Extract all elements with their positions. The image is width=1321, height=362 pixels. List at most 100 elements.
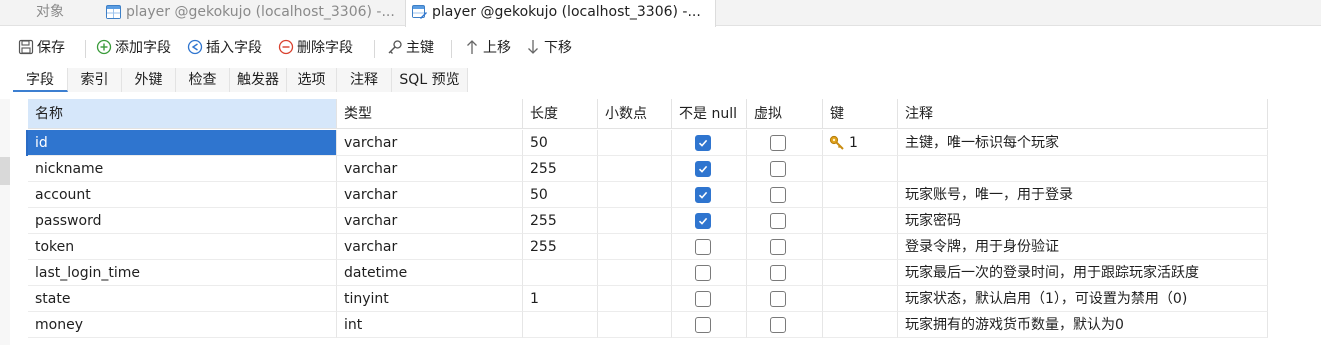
cell-virtual[interactable] bbox=[747, 182, 823, 208]
cell-name[interactable]: nickname bbox=[28, 156, 337, 182]
doc-tab-1[interactable]: player @gekokujo (localhost_3306) -... bbox=[100, 0, 405, 26]
cell-not-null[interactable] bbox=[672, 234, 747, 260]
cell-not-null[interactable] bbox=[672, 156, 747, 182]
tab-indexes[interactable]: 索引 bbox=[68, 68, 122, 92]
objects-tab[interactable]: 对象 bbox=[0, 0, 100, 26]
cell-type[interactable]: datetime bbox=[337, 260, 523, 286]
cell-virtual[interactable] bbox=[747, 260, 823, 286]
cell-key[interactable] bbox=[823, 234, 898, 260]
cell-length[interactable]: 255 bbox=[523, 156, 598, 182]
not-null-checkbox[interactable] bbox=[695, 239, 711, 255]
cell-comment[interactable]: 登录令牌，用于身份验证 bbox=[898, 234, 1268, 260]
virtual-checkbox[interactable] bbox=[770, 291, 786, 307]
cell-virtual[interactable] bbox=[747, 156, 823, 182]
virtual-checkbox[interactable] bbox=[770, 239, 786, 255]
cell-not-null[interactable] bbox=[672, 286, 747, 312]
tab-comment[interactable]: 注释 bbox=[337, 68, 392, 92]
cell-length[interactable]: 255 bbox=[523, 234, 598, 260]
not-null-checkbox[interactable] bbox=[695, 291, 711, 307]
cell-comment[interactable]: 玩家账号，唯一，用于登录 bbox=[898, 182, 1268, 208]
cell-name[interactable]: password bbox=[28, 208, 337, 234]
tab-checks[interactable]: 检查 bbox=[176, 68, 230, 92]
doc-tab-2[interactable]: player @gekokujo (localhost_3306) -... bbox=[405, 0, 716, 27]
column-header-type[interactable]: 类型 bbox=[337, 99, 523, 129]
cell-comment[interactable]: 玩家状态，默认启用（1），可设置为禁用（0) bbox=[898, 286, 1268, 312]
cell-not-null[interactable] bbox=[672, 312, 747, 338]
cell-key[interactable] bbox=[823, 286, 898, 312]
cell-name[interactable]: account bbox=[28, 182, 337, 208]
cell-comment[interactable]: 玩家拥有的游戏货币数量，默认为0 bbox=[898, 312, 1268, 338]
cell-type[interactable]: varchar bbox=[337, 234, 523, 260]
cell-type[interactable]: varchar bbox=[337, 130, 523, 156]
not-null-checkbox[interactable] bbox=[695, 265, 711, 281]
cell-decimals[interactable] bbox=[598, 156, 672, 182]
column-header-name[interactable]: 名称 bbox=[28, 99, 337, 129]
virtual-checkbox[interactable] bbox=[770, 317, 786, 333]
cell-key[interactable] bbox=[823, 208, 898, 234]
cell-name[interactable]: money bbox=[28, 312, 337, 338]
cell-length[interactable]: 50 bbox=[523, 130, 598, 156]
virtual-checkbox[interactable] bbox=[770, 161, 786, 177]
cell-virtual[interactable] bbox=[747, 130, 823, 156]
cell-decimals[interactable] bbox=[598, 208, 672, 234]
tab-fields[interactable]: 字段 bbox=[13, 68, 68, 92]
virtual-checkbox[interactable] bbox=[770, 187, 786, 203]
cell-comment[interactable]: 玩家最后一次的登录时间，用于跟踪玩家活跃度 bbox=[898, 260, 1268, 286]
move-up-button[interactable]: 上移 bbox=[464, 33, 511, 63]
column-header-comment[interactable]: 注释 bbox=[898, 99, 1268, 129]
tab-foreign-keys[interactable]: 外键 bbox=[122, 68, 176, 92]
cell-key[interactable]: 1 bbox=[823, 130, 898, 156]
cell-key[interactable] bbox=[823, 156, 898, 182]
cell-decimals[interactable] bbox=[598, 234, 672, 260]
tab-sql-preview[interactable]: SQL 预览 bbox=[392, 68, 468, 92]
move-down-button[interactable]: 下移 bbox=[525, 33, 572, 63]
cell-type[interactable]: varchar bbox=[337, 208, 523, 234]
cell-key[interactable] bbox=[823, 260, 898, 286]
tab-options[interactable]: 选项 bbox=[287, 68, 337, 92]
cell-length[interactable]: 255 bbox=[523, 208, 598, 234]
save-button[interactable]: 保存 bbox=[18, 33, 65, 63]
cell-decimals[interactable] bbox=[598, 182, 672, 208]
virtual-checkbox[interactable] bbox=[770, 213, 786, 229]
cell-key[interactable] bbox=[823, 182, 898, 208]
cell-name-selected[interactable]: id bbox=[28, 130, 337, 156]
cell-not-null[interactable] bbox=[672, 182, 747, 208]
cell-name[interactable]: last_login_time bbox=[28, 260, 337, 286]
cell-comment[interactable]: 玩家密码 bbox=[898, 208, 1268, 234]
cell-comment[interactable] bbox=[898, 156, 1268, 182]
not-null-checkbox[interactable] bbox=[695, 317, 711, 333]
cell-type[interactable]: tinyint bbox=[337, 286, 523, 312]
cell-type[interactable]: varchar bbox=[337, 156, 523, 182]
delete-field-button[interactable]: 删除字段 bbox=[278, 33, 353, 63]
cell-virtual[interactable] bbox=[747, 312, 823, 338]
cell-length[interactable]: 50 bbox=[523, 182, 598, 208]
column-header-decimals[interactable]: 小数点 bbox=[598, 99, 672, 129]
cell-virtual[interactable] bbox=[747, 208, 823, 234]
cell-length[interactable] bbox=[523, 260, 598, 286]
cell-type[interactable]: int bbox=[337, 312, 523, 338]
cell-comment[interactable]: 主键，唯一标识每个玩家 bbox=[898, 130, 1268, 156]
primary-key-button[interactable]: 主键 bbox=[387, 33, 434, 63]
cell-length[interactable]: 1 bbox=[523, 286, 598, 312]
cell-virtual[interactable] bbox=[747, 234, 823, 260]
virtual-checkbox[interactable] bbox=[770, 265, 786, 281]
cell-type[interactable]: varchar bbox=[337, 182, 523, 208]
add-field-button[interactable]: 添加字段 bbox=[96, 33, 171, 63]
cell-not-null[interactable] bbox=[672, 130, 747, 156]
insert-field-button[interactable]: 插入字段 bbox=[187, 33, 262, 63]
cell-decimals[interactable] bbox=[598, 130, 672, 156]
not-null-checkbox[interactable] bbox=[695, 213, 711, 229]
cell-virtual[interactable] bbox=[747, 286, 823, 312]
cell-name[interactable]: state bbox=[28, 286, 337, 312]
column-header-virtual[interactable]: 虚拟 bbox=[747, 99, 823, 129]
cell-not-null[interactable] bbox=[672, 260, 747, 286]
not-null-checkbox[interactable] bbox=[695, 161, 711, 177]
cell-decimals[interactable] bbox=[598, 260, 672, 286]
not-null-checkbox[interactable] bbox=[695, 135, 711, 151]
cell-length[interactable] bbox=[523, 312, 598, 338]
cell-key[interactable] bbox=[823, 312, 898, 338]
cell-decimals[interactable] bbox=[598, 286, 672, 312]
cell-name[interactable]: token bbox=[28, 234, 337, 260]
not-null-checkbox[interactable] bbox=[695, 187, 711, 203]
column-header-key[interactable]: 键 bbox=[823, 99, 898, 129]
